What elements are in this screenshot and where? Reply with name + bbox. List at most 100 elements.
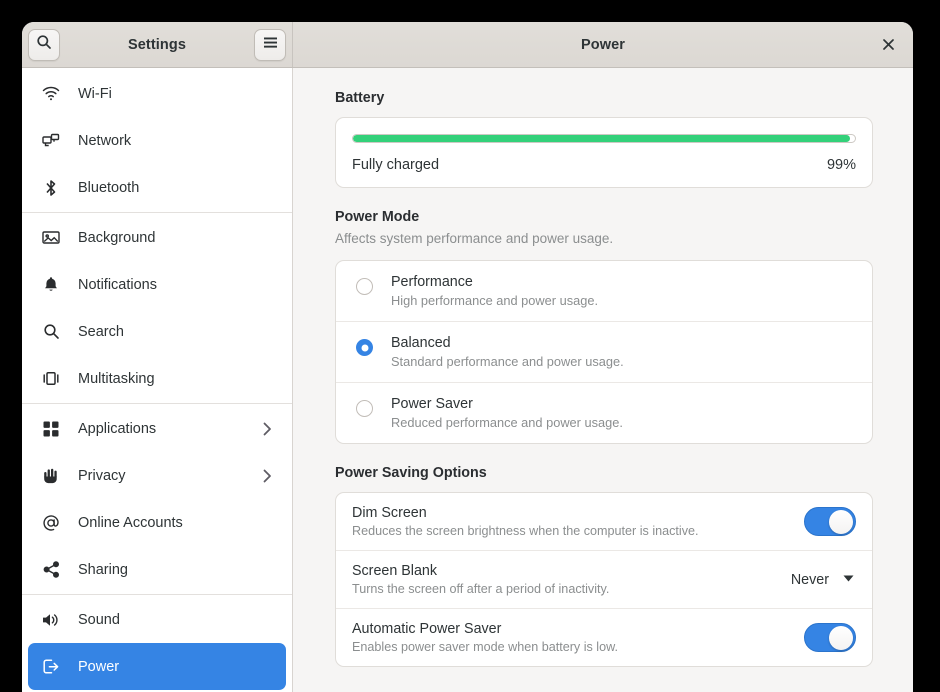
header-bar: Settings Power [22,22,913,68]
page-title: Power [581,37,625,53]
row-subtitle: Enables power saver mode when battery is… [352,640,804,654]
network-icon [40,133,62,149]
wifi-icon [40,86,62,101]
radio-button-performance[interactable] [356,278,373,295]
toggle-knob [829,626,853,650]
chevron-right-icon [260,422,274,436]
sidebar-item-applications[interactable]: Applications [28,405,286,452]
option-subtitle: Standard performance and power usage. [391,354,624,369]
speaker-icon [40,612,62,628]
applications-icon [40,421,62,437]
power-mode-option-performance[interactable]: Performance High performance and power u… [336,261,872,322]
option-subtitle: Reduced performance and power usage. [391,415,623,430]
sidebar-item-notifications[interactable]: Notifications [28,261,286,308]
battery-section-title: Battery [335,90,873,106]
battery-level-fill [353,135,850,142]
settings-sidebar[interactable]: Wi-Fi Network Bluetooth [22,68,293,692]
sidebar-item-background[interactable]: Background [28,214,286,261]
chevron-down-icon [843,575,854,585]
power-saving-section-title: Power Saving Options [335,465,873,481]
sidebar-item-label: Wi-Fi [78,86,274,102]
bell-icon [40,276,62,293]
share-icon [40,561,62,578]
sidebar-item-network[interactable]: Network [28,117,286,164]
sidebar-item-label: Network [78,133,274,149]
sidebar-item-label: Applications [78,421,260,437]
power-mode-card: Performance High performance and power u… [335,260,873,444]
battery-section: Battery Fully charged 99% [335,90,873,188]
sidebar-item-sharing[interactable]: Sharing [28,546,286,593]
sidebar-item-label: Search [78,324,274,340]
sidebar-item-multitasking[interactable]: Multitasking [28,355,286,402]
sidebar-item-label: Sound [78,612,274,628]
privacy-hand-icon [40,467,62,484]
search-icon [40,323,62,340]
power-saving-section: Power Saving Options Dim Screen Reduces … [335,465,873,667]
automatic-power-saver-toggle[interactable] [804,623,856,652]
close-icon[interactable] [877,34,899,56]
option-title: Performance [391,274,598,290]
dropdown-value: Never [791,572,829,588]
sidebar-item-search[interactable]: Search [28,308,286,355]
row-subtitle: Reduces the screen brightness when the c… [352,524,804,538]
sidebar-item-bluetooth[interactable]: Bluetooth [28,164,286,211]
battery-percentage: 99% [827,157,856,173]
row-screen-blank: Screen Blank Turns the screen off after … [336,551,872,609]
sidebar-item-power[interactable]: Power [28,643,286,690]
sidebar-separator [22,403,292,404]
power-plug-icon [40,658,62,675]
sidebar-item-label: Bluetooth [78,180,274,196]
sidebar-title: Settings [128,37,186,53]
screen-blank-dropdown[interactable]: Never [791,572,856,588]
radio-button-power-saver[interactable] [356,400,373,417]
power-saving-card: Dim Screen Reduces the screen brightness… [335,492,873,667]
option-title: Balanced [391,335,624,351]
option-title: Power Saver [391,396,623,412]
settings-window: Settings Power [22,22,913,692]
at-sign-icon [40,514,62,532]
multitasking-icon [40,371,62,386]
search-button[interactable] [28,29,60,61]
sidebar-item-label: Background [78,230,274,246]
panel-header: Power [293,22,913,67]
option-subtitle: High performance and power usage. [391,293,598,308]
bluetooth-icon [40,179,62,197]
row-title: Automatic Power Saver [352,621,804,637]
sidebar-item-label: Privacy [78,468,260,484]
power-mode-option-power-saver[interactable]: Power Saver Reduced performance and powe… [336,383,872,443]
row-title: Dim Screen [352,505,804,521]
power-mode-option-balanced[interactable]: Balanced Standard performance and power … [336,322,872,383]
power-mode-section-description: Affects system performance and power usa… [335,231,873,246]
sidebar-item-label: Online Accounts [78,515,274,531]
sidebar-separator [22,212,292,213]
chevron-right-icon [260,469,274,483]
sidebar-item-label: Multitasking [78,371,274,387]
row-subtitle: Turns the screen off after a period of i… [352,582,791,596]
sidebar-header: Settings [22,22,293,67]
sidebar-item-online-accounts[interactable]: Online Accounts [28,499,286,546]
radio-button-balanced[interactable] [356,339,373,356]
battery-status-text: Fully charged [352,157,439,173]
battery-card: Fully charged 99% [335,117,873,188]
power-panel-content: Battery Fully charged 99% Power Mod [293,68,913,692]
row-title: Screen Blank [352,563,791,579]
sidebar-item-sound[interactable]: Sound [28,596,286,643]
sidebar-item-wifi[interactable]: Wi-Fi [28,70,286,117]
row-dim-screen: Dim Screen Reduces the screen brightness… [336,493,872,551]
toggle-knob [829,510,853,534]
row-automatic-power-saver: Automatic Power Saver Enables power save… [336,609,872,666]
power-mode-section-title: Power Mode [335,209,873,225]
power-mode-section: Power Mode Affects system performance an… [335,209,873,444]
hamburger-menu-icon [263,36,278,54]
sidebar-item-label: Power [78,659,274,675]
dim-screen-toggle[interactable] [804,507,856,536]
sidebar-item-privacy[interactable]: Privacy [28,452,286,499]
main-menu-button[interactable] [254,29,286,61]
sidebar-item-label: Notifications [78,277,274,293]
window-body: Wi-Fi Network Bluetooth [22,68,913,692]
sidebar-separator [22,594,292,595]
background-icon [40,230,62,245]
search-icon [36,34,52,55]
battery-level-bar [352,134,856,143]
sidebar-item-label: Sharing [78,562,274,578]
